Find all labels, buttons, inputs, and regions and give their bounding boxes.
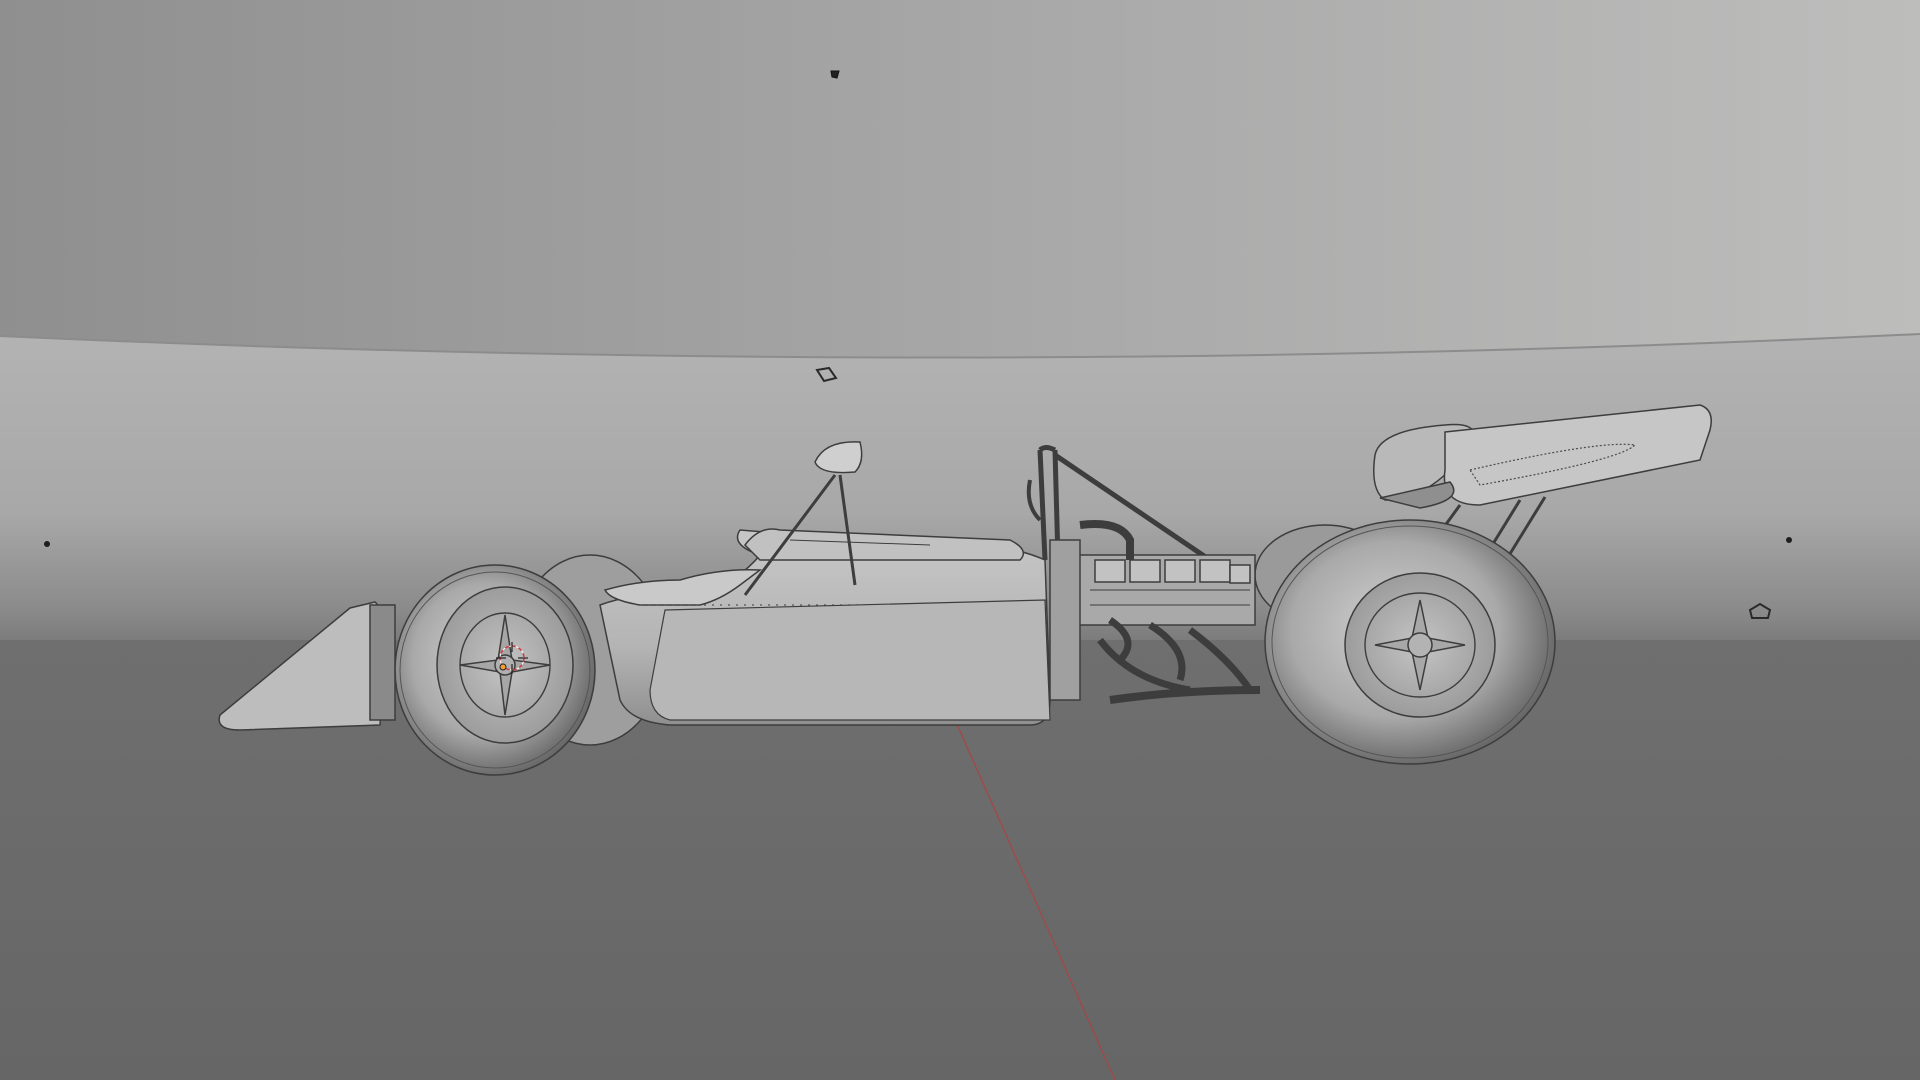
side-pod[interactable]	[649, 599, 1051, 721]
light-icon[interactable]	[830, 70, 840, 79]
light-icon[interactable]	[44, 541, 50, 547]
3d-viewport[interactable]	[0, 0, 1920, 1080]
front-wheel-near[interactable]	[394, 564, 596, 776]
object-origin-icon[interactable]	[499, 663, 507, 671]
rear-wheel-near[interactable]	[1264, 519, 1556, 765]
background-upper	[0, 0, 1920, 360]
light-icon[interactable]	[1786, 537, 1792, 543]
viewport-scene[interactable]	[0, 0, 1920, 1080]
